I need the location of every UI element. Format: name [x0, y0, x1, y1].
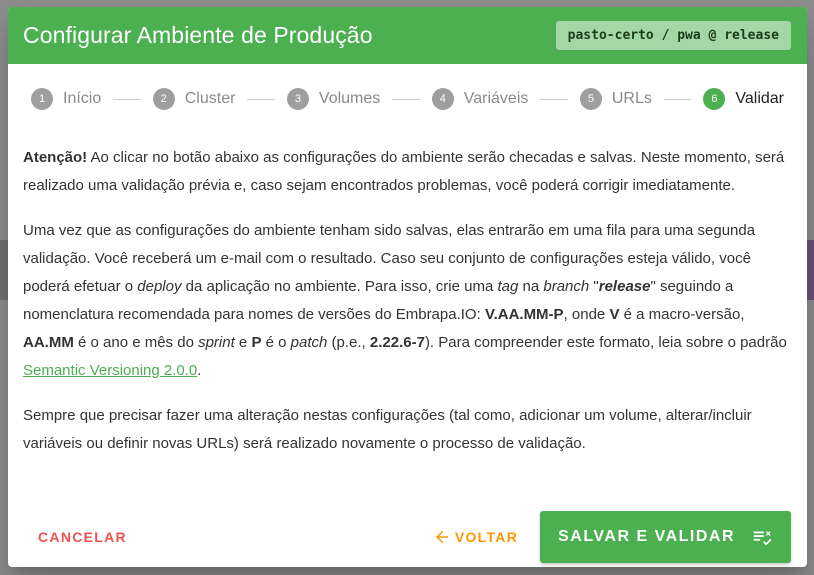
repository-chip: pasto-certo / pwa @ release [555, 21, 791, 50]
text: (p.e., [327, 334, 370, 351]
step-connector [663, 98, 692, 100]
em-tag: tag [497, 278, 519, 295]
text: " [589, 278, 599, 295]
dialog-actions: CANCELAR VOLTAR SALVAR E VALIDAR [8, 507, 807, 567]
step-number: 4 [431, 88, 454, 110]
step-variaveis[interactable]: 4 Variáveis [431, 88, 529, 110]
step-label: Variáveis [463, 90, 529, 107]
em-branch: branch [543, 278, 590, 295]
step-label: Validar [735, 90, 784, 107]
text: da aplicação no ambiente. Para isso, cri… [181, 278, 498, 295]
strong-release: release [598, 278, 651, 295]
repo-project: pasto-certo [567, 28, 654, 43]
step-connector [113, 98, 141, 100]
validation-paragraph: Uma vez que as configurações do ambiente… [23, 217, 791, 385]
step-label: Volumes [318, 90, 381, 107]
step-label: Início [63, 90, 102, 107]
text: na [518, 278, 544, 295]
step-inicio[interactable]: 1 Início [31, 88, 101, 110]
revalidation-paragraph: Sempre que precisar fazer uma alteração … [23, 407, 752, 452]
dialog-content: Atenção! Ao clicar no botão abaixo as co… [8, 134, 807, 458]
background-app-edge-right [806, 240, 814, 300]
dialog-title: Configurar Ambiente de Produção [23, 22, 373, 48]
em-deploy: deploy [137, 278, 182, 295]
step-number: 6 [703, 88, 726, 110]
text: ). Para compreender este formato, leia s… [424, 334, 787, 351]
text: . [197, 362, 202, 379]
step-volumes[interactable]: 3 Volumes [286, 88, 381, 110]
dialog-header: Configurar Ambiente de Produção pasto-ce… [8, 7, 807, 64]
step-number: 1 [31, 88, 53, 110]
back-label: VOLTAR [454, 529, 519, 545]
em-patch: patch [290, 334, 328, 351]
text: é a macro-versão, [619, 306, 745, 323]
text: , onde [563, 306, 610, 323]
configure-environment-dialog: Configurar Ambiente de Produção pasto-ce… [8, 7, 807, 567]
em-sprint: sprint [198, 334, 235, 351]
text: é o ano e mês do [73, 334, 199, 351]
step-cluster[interactable]: 2 Cluster [152, 88, 236, 110]
step-connector [540, 98, 568, 100]
step-validar[interactable]: 6 Validar [703, 88, 784, 110]
stepper: 1 Início 2 Cluster 3 Volumes 4 Variáveis… [8, 64, 807, 134]
text: é o [261, 334, 291, 351]
strong-aamm: AA.MM [23, 334, 74, 351]
step-label: Cluster [184, 90, 236, 107]
repo-separator-at: @ [700, 28, 725, 43]
step-connector [247, 98, 275, 100]
strong-version-pattern: V.AA.MM-P [484, 306, 564, 323]
back-button[interactable]: VOLTAR [427, 527, 524, 547]
playlist-check-icon [753, 531, 772, 546]
repo-separator: / [653, 28, 678, 43]
warning-bold: Atenção! [23, 149, 88, 166]
step-urls[interactable]: 5 URLs [579, 88, 652, 110]
repo-app: pwa [677, 28, 701, 43]
strong-example-version: 2.22.6-7 [369, 334, 425, 351]
step-number: 5 [579, 88, 602, 110]
semver-link[interactable]: Semantic Versioning 2.0.0 [23, 362, 197, 379]
background-app-edge [0, 240, 8, 300]
step-number: 2 [152, 88, 175, 110]
step-connector [392, 98, 420, 100]
warning-paragraph: Atenção! Ao clicar no botão abaixo as co… [23, 144, 791, 200]
arrow-left-icon [435, 531, 448, 543]
save-label: SALVAR E VALIDAR [558, 528, 735, 545]
strong-v: V [609, 306, 620, 323]
step-label: URLs [611, 90, 652, 107]
cancel-button[interactable]: CANCELAR [32, 528, 133, 546]
save-and-validate-button[interactable]: SALVAR E VALIDAR [540, 511, 791, 563]
text: e [234, 334, 252, 351]
warning-text: Ao clicar no botão abaixo as configuraçõ… [23, 149, 785, 194]
repo-branch: release [724, 28, 779, 43]
strong-p: P [251, 334, 262, 351]
step-number: 3 [286, 88, 309, 110]
